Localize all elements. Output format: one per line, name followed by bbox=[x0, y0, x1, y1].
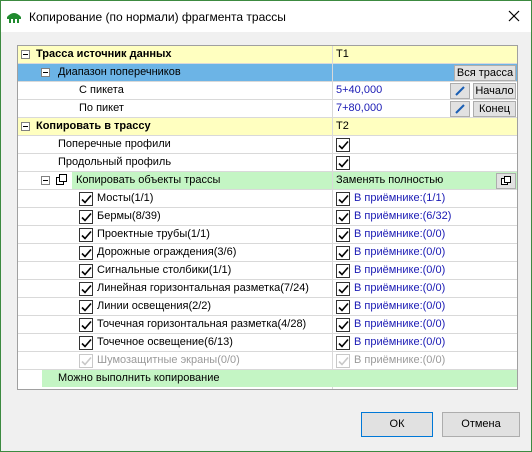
window-title: Копирование (по нормали) фрагмента трасс… bbox=[29, 10, 286, 24]
copy-objects-label: Копировать объекты трассы bbox=[72, 172, 332, 189]
object-target-value: В приёмнике:(0/0) bbox=[354, 246, 446, 258]
object-checkbox[interactable] bbox=[79, 336, 93, 350]
row-target: Копировать в трассу Т2 bbox=[18, 118, 517, 136]
object-checkbox[interactable] bbox=[79, 300, 93, 314]
object-label: Шумозащитные экраны(0/0) bbox=[97, 354, 240, 366]
source-label: Трасса источник данных bbox=[36, 48, 172, 60]
from-value[interactable]: 5+40,000 bbox=[336, 82, 382, 99]
footer-status: Можно выполнить копирование bbox=[42, 370, 517, 387]
object-target-value: В приёмнике:(0/0) bbox=[354, 264, 446, 276]
source-value[interactable]: Т1 bbox=[336, 46, 349, 63]
object-target-value: В приёмнике:(0/0) bbox=[354, 300, 446, 312]
row-long-profile: Продольный профиль bbox=[18, 154, 517, 172]
object-target-checkbox[interactable] bbox=[336, 246, 350, 260]
to-value[interactable]: 7+80,000 bbox=[336, 100, 382, 117]
object-label: Дорожные ограждения(3/6) bbox=[97, 246, 237, 258]
object-target-checkbox[interactable] bbox=[336, 336, 350, 350]
copy-objects-value[interactable]: Заменять полностью bbox=[336, 172, 443, 189]
long-profile-checkbox[interactable] bbox=[336, 156, 350, 170]
long-profile-label: Продольный профиль bbox=[58, 156, 172, 168]
object-target-value: В приёмнике:(6/32) bbox=[354, 210, 452, 222]
object-row: Проектные трубы(1/1) В приёмнике:(0/0) bbox=[18, 226, 517, 244]
to-label: По пикет bbox=[79, 102, 124, 114]
end-button[interactable]: Конец bbox=[473, 101, 516, 117]
object-row: Дорожные ограждения(3/6) В приёмнике:(0/0… bbox=[18, 244, 517, 262]
object-label: Линии освещения(2/2) bbox=[97, 300, 212, 312]
object-target-value: В приёмнике:(0/0) bbox=[354, 354, 446, 366]
object-checkbox[interactable] bbox=[79, 192, 93, 206]
object-row: Линейная горизонтальная разметка(7/24) В … bbox=[18, 280, 517, 298]
dialog-window: Копирование (по нормали) фрагмента трасс… bbox=[0, 0, 532, 452]
row-from: С пикета 5+40,000 Начало bbox=[18, 82, 517, 100]
property-grid: Трасса источник данных Т1 Диапазон попер… bbox=[17, 45, 518, 390]
ok-button[interactable]: ОК bbox=[361, 412, 433, 437]
object-checkbox[interactable] bbox=[79, 210, 93, 224]
object-label: Проектные трубы(1/1) bbox=[97, 228, 210, 240]
from-label: С пикета bbox=[79, 84, 124, 96]
object-target-checkbox[interactable] bbox=[336, 354, 350, 368]
row-range: Диапазон поперечников Вся трасса bbox=[18, 64, 517, 82]
object-label: Сигнальные столбики(1/1) bbox=[97, 264, 232, 276]
object-row: Точечная горизонтальная разметка(4/28) В … bbox=[18, 316, 517, 334]
copy-icon bbox=[56, 174, 68, 186]
target-label: Копировать в трассу bbox=[36, 120, 151, 132]
row-source: Трасса источник данных Т1 bbox=[18, 46, 517, 64]
object-target-checkbox[interactable] bbox=[336, 282, 350, 296]
object-target-value: В приёмнике:(0/0) bbox=[354, 336, 446, 348]
collapse-toggle[interactable] bbox=[41, 176, 50, 185]
object-row: Мосты(1/1) В приёмнике:(1/1) bbox=[18, 190, 517, 208]
object-row: Точечное освещение(6/13) В приёмнике:(0/0… bbox=[18, 334, 517, 352]
collapse-toggle[interactable] bbox=[21, 122, 30, 131]
copy-icon[interactable] bbox=[496, 173, 516, 189]
object-target-value: В приёмнике:(1/1) bbox=[354, 192, 446, 204]
object-checkbox[interactable] bbox=[79, 264, 93, 278]
object-row: Шумозащитные экраны(0/0) В приёмнике:(0/0… bbox=[18, 352, 517, 370]
start-button[interactable]: Начало bbox=[473, 83, 516, 99]
object-label: Мосты(1/1) bbox=[97, 192, 154, 204]
object-label: Точечное освещение(6/13) bbox=[97, 336, 233, 348]
object-checkbox[interactable] bbox=[79, 246, 93, 260]
row-footer: Можно выполнить копирование bbox=[18, 370, 517, 388]
title-bar: Копирование (по нормали) фрагмента трасс… bbox=[1, 1, 531, 32]
row-cross-profiles: Поперечные профили bbox=[18, 136, 517, 154]
cancel-button[interactable]: Отмена bbox=[442, 412, 520, 437]
object-row: Бермы(8/39) В приёмнике:(6/32) bbox=[18, 208, 517, 226]
object-checkbox[interactable] bbox=[79, 228, 93, 242]
object-target-value: В приёмнике:(0/0) bbox=[354, 228, 446, 240]
pencil-icon[interactable] bbox=[450, 101, 470, 117]
collapse-toggle[interactable] bbox=[41, 68, 50, 77]
object-label: Точечная горизонтальная разметка(4/28) bbox=[97, 318, 307, 330]
object-target-checkbox[interactable] bbox=[336, 318, 350, 332]
object-row: Линии освещения(2/2) В приёмнике:(0/0) bbox=[18, 298, 517, 316]
object-label: Линейная горизонтальная разметка(7/24) bbox=[97, 282, 309, 294]
range-label: Диапазон поперечников bbox=[58, 66, 181, 78]
close-icon[interactable] bbox=[503, 5, 525, 27]
object-target-checkbox[interactable] bbox=[336, 192, 350, 206]
row-to: По пикет 7+80,000 Конец bbox=[18, 100, 517, 118]
object-target-checkbox[interactable] bbox=[336, 300, 350, 314]
object-label: Бермы(8/39) bbox=[97, 210, 161, 222]
object-target-value: В приёмнике:(0/0) bbox=[354, 282, 446, 294]
road-app-icon bbox=[6, 8, 22, 24]
collapse-toggle[interactable] bbox=[21, 50, 30, 59]
cross-profiles-checkbox[interactable] bbox=[336, 138, 350, 152]
object-target-checkbox[interactable] bbox=[336, 210, 350, 224]
whole-track-button[interactable]: Вся трасса bbox=[454, 65, 516, 81]
cross-profiles-label: Поперечные профили bbox=[58, 138, 171, 150]
row-copy-objects: Копировать объекты трассы Заменять полно… bbox=[18, 172, 517, 190]
object-target-checkbox[interactable] bbox=[336, 228, 350, 242]
target-value[interactable]: Т2 bbox=[336, 118, 349, 135]
object-target-checkbox[interactable] bbox=[336, 264, 350, 278]
pencil-icon[interactable] bbox=[450, 83, 470, 99]
object-checkbox[interactable] bbox=[79, 282, 93, 296]
object-checkbox[interactable] bbox=[79, 354, 93, 368]
object-row: Сигнальные столбики(1/1) В приёмнике:(0/0… bbox=[18, 262, 517, 280]
object-checkbox[interactable] bbox=[79, 318, 93, 332]
object-target-value: В приёмнике:(0/0) bbox=[354, 318, 446, 330]
